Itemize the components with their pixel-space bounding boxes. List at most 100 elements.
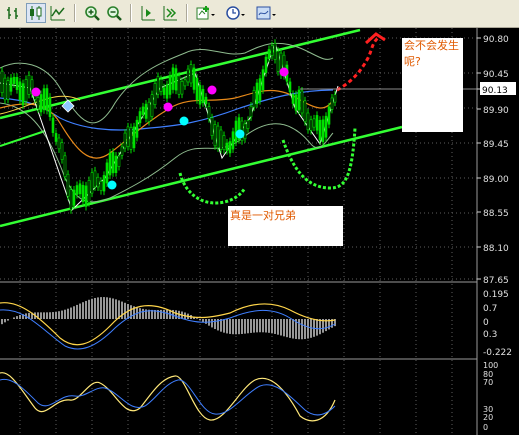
brothers-note: 真是一对兄弟: [228, 206, 343, 246]
candle-body: [303, 100, 307, 122]
candle-body: [273, 43, 277, 60]
candle-body: [114, 155, 118, 173]
candle-body: [270, 45, 274, 56]
candle-body: [99, 181, 103, 191]
candle-body: [306, 112, 310, 131]
separator: [186, 4, 188, 22]
candle-body: [180, 81, 184, 95]
candle-body: [258, 78, 262, 101]
candle-body: [195, 77, 199, 101]
candle-body: [153, 83, 157, 105]
candle-body: [42, 88, 46, 111]
price-label: 90.45: [483, 70, 509, 80]
candle-body: [9, 77, 13, 92]
candle-body: [261, 69, 265, 91]
price-label: 89.00: [483, 175, 509, 185]
candle-body: [66, 173, 70, 197]
candle-body: [93, 170, 97, 188]
price-label: 90.80: [483, 35, 509, 45]
candle-body: [267, 49, 271, 59]
candle-body: [69, 189, 73, 211]
candle-body: [57, 137, 61, 150]
candle-body: [216, 125, 220, 149]
candle-body: [15, 76, 19, 90]
candle-body: [264, 56, 268, 73]
candle-body: [117, 155, 121, 167]
separator: [74, 4, 76, 22]
candle-body: [27, 74, 31, 95]
question-note: 会不会发生呢?: [402, 38, 463, 132]
candle-body: [150, 94, 154, 117]
stochastic-axis-label: 100: [483, 361, 498, 370]
candle-body: [297, 89, 301, 111]
zoom-out-icon[interactable]: [104, 3, 124, 23]
templates-icon[interactable]: [254, 3, 276, 23]
candle-body: [321, 119, 325, 143]
candle-body: [249, 105, 253, 118]
candle-body: [78, 183, 82, 195]
line-chart-icon[interactable]: [48, 3, 68, 23]
candle-body: [126, 126, 130, 147]
candle-body: [51, 117, 55, 133]
candle-body: [75, 185, 79, 195]
candle-body: [81, 185, 85, 202]
autoscroll-icon[interactable]: [160, 3, 180, 23]
candle-body: [162, 87, 166, 95]
macd-panel: [0, 281, 477, 360]
cyan-signal-dot: [235, 129, 245, 139]
candle-body: [228, 141, 232, 154]
current-price-label: 90.13: [482, 86, 508, 96]
candle-body: [276, 50, 280, 72]
candle-body: [207, 106, 211, 119]
candle-body: [333, 94, 337, 103]
candle-body: [318, 119, 322, 141]
candle-body: [6, 80, 10, 100]
macd-signal-line: [0, 302, 336, 346]
brothers-note-text: 真是一对兄弟: [230, 209, 296, 222]
candle-body: [156, 76, 160, 95]
channel-lines: [0, 28, 403, 228]
price-label: 89.45: [483, 140, 509, 150]
macd-axis-label: 0.3: [483, 330, 497, 340]
macd-axis-label: -0.222: [483, 348, 512, 358]
candle-body: [192, 67, 196, 90]
stochastic-axis-label: 20: [483, 413, 493, 422]
candlestick-icon[interactable]: [26, 3, 46, 23]
candle-body: [120, 146, 124, 156]
candle-body: [330, 97, 334, 110]
candle-body: [288, 81, 292, 93]
indicators-icon[interactable]: [194, 3, 215, 23]
candle-body: [291, 94, 295, 104]
bar-chart-icon[interactable]: [4, 3, 24, 23]
candle-body: [108, 152, 112, 176]
candle-body: [177, 75, 181, 95]
zoom-in-icon[interactable]: [82, 3, 102, 23]
candle-body: [3, 77, 7, 101]
projection-arrow: [336, 32, 386, 92]
candle-body: [201, 88, 205, 104]
candle-body: [147, 101, 151, 122]
candle-body: [219, 129, 223, 150]
candle-body: [87, 180, 91, 203]
candle-body: [39, 94, 43, 113]
period-icon[interactable]: [224, 3, 245, 23]
magenta-signal-dot: [279, 67, 289, 77]
candle-body: [21, 83, 25, 106]
candle-body: [132, 126, 136, 149]
candle-body: [186, 68, 190, 83]
candle-body: [315, 115, 319, 131]
price-label: 87.65: [483, 276, 509, 286]
chart-shift-icon[interactable]: [138, 3, 158, 23]
stochastic-axis-label: 70: [483, 378, 493, 387]
macd-axis-label: 0: [483, 318, 489, 328]
cyan-signal-dot: [179, 116, 189, 126]
candle-body: [168, 75, 172, 95]
candle-body: [210, 117, 214, 136]
macd-axis-label: 0.195: [483, 290, 509, 300]
candle-body: [255, 82, 259, 105]
candle-body: [165, 84, 169, 99]
candle-body: [54, 133, 58, 142]
candle-body: [198, 85, 202, 105]
candle-body: [324, 115, 328, 138]
candle-body: [246, 120, 250, 129]
